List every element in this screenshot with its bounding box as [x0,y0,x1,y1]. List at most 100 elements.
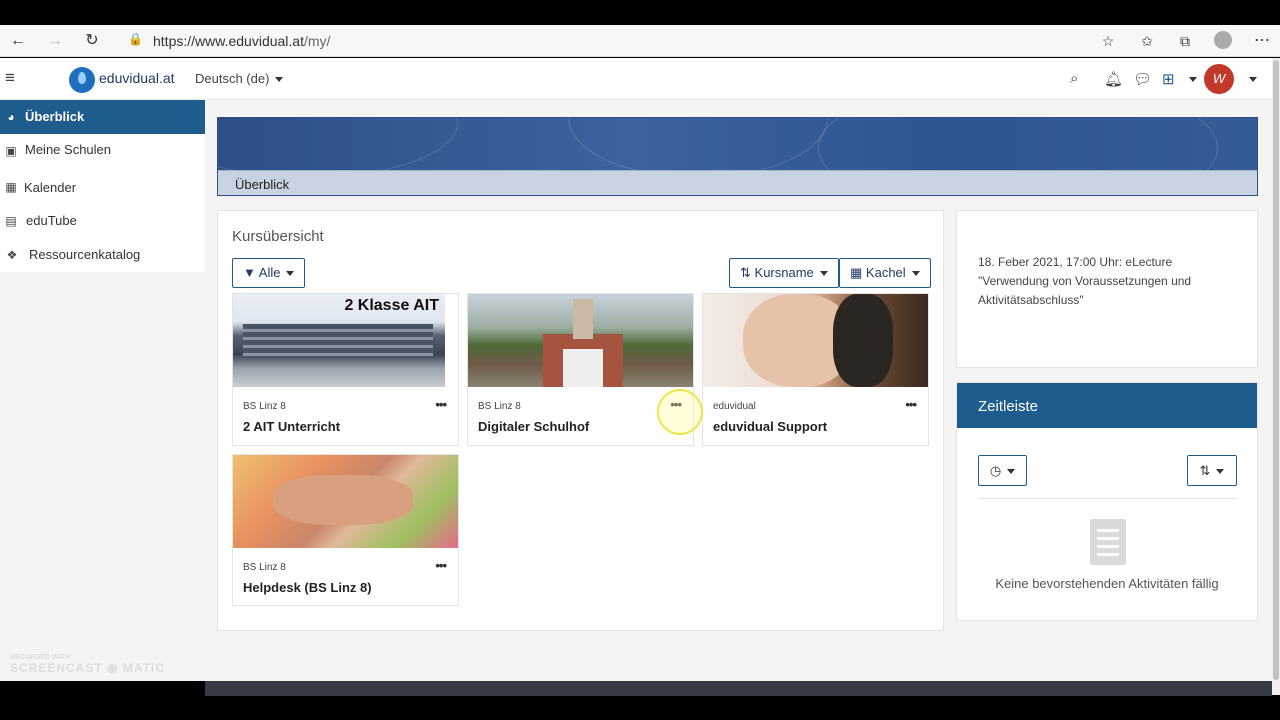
more-icon[interactable]: ⋯ [1252,31,1272,51]
more-options-icon[interactable]: ••• [435,558,447,573]
timeline-card: Zeitleiste ◷ ⇅ Keine bevorstehenden Akti… [956,382,1258,621]
more-options-icon[interactable]: ••• [905,397,917,412]
timeline-sort-button[interactable]: ⇅ [1187,455,1237,486]
empty-list-icon [1090,519,1126,565]
sidebar-item-meine-schulen[interactable]: ▣ Meine Schulen [0,134,205,168]
course-category: BS Linz 8 [478,401,521,412]
chevron-down-icon [275,77,284,83]
sidebar-item-ueberblick[interactable]: ◕ Überblick [0,100,205,134]
course-category: BS Linz 8 [243,562,286,573]
more-options-icon[interactable]: ••• [435,397,447,412]
timeline-filter-button[interactable]: ◷ [978,455,1027,486]
view-button[interactable]: ▦ Kachel [839,258,931,288]
timeline-empty-text: Keine bevorstehenden Aktivitäten fällig [995,576,1219,591]
course-name[interactable]: 2 AIT Unterricht [243,419,340,434]
page-header-banner: Überblick [217,117,1258,196]
filter-label: Alle [258,265,281,280]
filter-button[interactable]: ▼ Alle [232,258,306,288]
course-image: 2 Klasse AIT [233,294,445,387]
chevron-down-icon [1216,469,1225,475]
sidebar-item-label: Meine Schulen [25,142,111,157]
search-icon[interactable]: ⌕ [1070,70,1078,87]
sidebar-item-edutube[interactable]: ▤ eduTube [0,204,205,238]
back-icon[interactable]: ← [8,31,28,51]
scrollbar-thumb[interactable] [1273,60,1279,680]
watermark-line1: RECORDED WITH [10,654,70,661]
mouse-cursor-highlight [657,389,703,435]
course-overview-title: Kursübersicht [232,228,324,245]
sidebar: ◕ Überblick ▣ Meine Schulen ▦ Kalender ▤… [0,100,205,681]
profile-icon[interactable] [1213,31,1233,51]
watermark-line2: SCREENCAST [10,661,103,675]
sort-icon: ⇅ [1199,463,1211,478]
sidebar-item-kalender[interactable]: ▦ Kalender [0,168,205,204]
timeline-title: Zeitleiste [957,383,1257,428]
main-content: Überblick Kursübersicht ▼ Alle ⇅ Kursnam… [205,100,1272,681]
sidebar-item-label: Ressourcenkatalog [29,247,141,262]
course-overview-card: Kursübersicht ▼ Alle ⇅ Kursname ▦ Kachel… [217,210,944,631]
chevron-down-icon [819,271,828,277]
sidebar-item-label: Überblick [25,109,85,124]
url-text: https://www.eduvidual.at/my/ [153,33,331,49]
course-image [233,455,458,548]
course-card[interactable]: eduvidual eduvidual Support ••• [702,293,929,446]
course-category: BS Linz 8 [243,401,286,412]
grid-icon: ▦ [850,265,863,280]
page-title: Überblick [235,177,290,192]
language-label: Deutsch (de) [195,71,270,86]
sort-icon: ⇅ [740,265,751,280]
avatar[interactable]: W [1204,64,1234,94]
language-menu[interactable]: Deutsch (de) [195,71,284,86]
chevron-down-icon [911,271,920,277]
view-label: Kachel [865,265,906,280]
chat-icon[interactable]: 💬︎ [1133,70,1152,88]
logo-icon[interactable] [69,67,95,93]
sidebar-item-ressourcenkatalog[interactable]: ❖ Ressourcenkatalog [0,238,205,272]
breadcrumb: Überblick [218,170,1257,195]
course-name[interactable]: Digitaler Schulhof [478,419,589,434]
course-image-text: 2 Klasse AIT [344,297,439,314]
browser-toolbar: ← → ↻ 🔒 https://www.eduvidual.at/my/ ☆ ✩… [0,25,1280,57]
moodle-app: ≡ eduvidual.at Deutsch (de) ⌕ 🔔︎ 💬︎ ⊞ W … [0,58,1272,696]
lock-icon: 🔒 [128,32,143,46]
event-info-card: 18. Feber 2021, 17:00 Uhr: eLecture "Ver… [956,210,1258,368]
chevron-down-icon [286,271,295,277]
briefcase-icon[interactable]: ⊞ [1162,70,1175,88]
navbar: ≡ eduvidual.at Deutsch (de) ⌕ 🔔︎ 💬︎ ⊞ W [0,58,1272,100]
chevron-down-icon[interactable] [1249,77,1257,82]
add-favorite-icon[interactable]: ☆ [1098,31,1118,51]
course-card[interactable]: BS Linz 8 Helpdesk (BS Linz 8) ••• [232,454,459,606]
brand-name[interactable]: eduvidual.at [99,70,175,86]
sort-label: Kursname [754,265,814,280]
favorites-icon[interactable]: ✩ [1137,31,1157,51]
course-category: eduvidual [713,401,756,412]
chevron-down-icon[interactable] [1189,77,1197,82]
decor-wave [218,118,458,178]
course-name[interactable]: eduvidual Support [713,419,827,434]
menu-toggle-icon[interactable]: ≡ [5,68,15,88]
decor-wave [568,118,828,178]
calendar-icon: ▦ [5,180,17,194]
school-icon: ▣ [5,144,17,158]
sidebar-item-label: eduTube [26,213,77,228]
divider [978,498,1237,499]
chevron-down-icon [1007,469,1016,475]
course-name[interactable]: Helpdesk (BS Linz 8) [243,580,372,595]
watermark-line3: MATIC [122,661,165,675]
page-scrollbar[interactable] [1272,58,1280,695]
bell-icon[interactable]: 🔔︎ [1104,70,1123,88]
film-icon: ▤ [5,214,17,228]
sort-button[interactable]: ⇅ Kursname [729,258,839,288]
cubes-icon: ❖ [6,248,18,262]
course-card[interactable]: 2 Klasse AIT BS Linz 8 2 AIT Unterricht … [232,293,459,446]
screencast-watermark: RECORDED WITH SCREENCAST ◉ MATIC [10,654,165,675]
filter-icon: ▼ [243,265,256,280]
recording-black-bar [0,0,1280,25]
event-text: 18. Feber 2021, 17:00 Uhr: eLecture "Ver… [978,255,1192,307]
collections-icon[interactable]: ⧉ [1175,31,1195,51]
course-image [468,294,693,387]
refresh-icon[interactable]: ↻ [82,31,102,51]
forward-icon[interactable]: → [45,31,65,51]
dashboard-icon: ◕ [7,110,15,124]
course-image [703,294,928,387]
